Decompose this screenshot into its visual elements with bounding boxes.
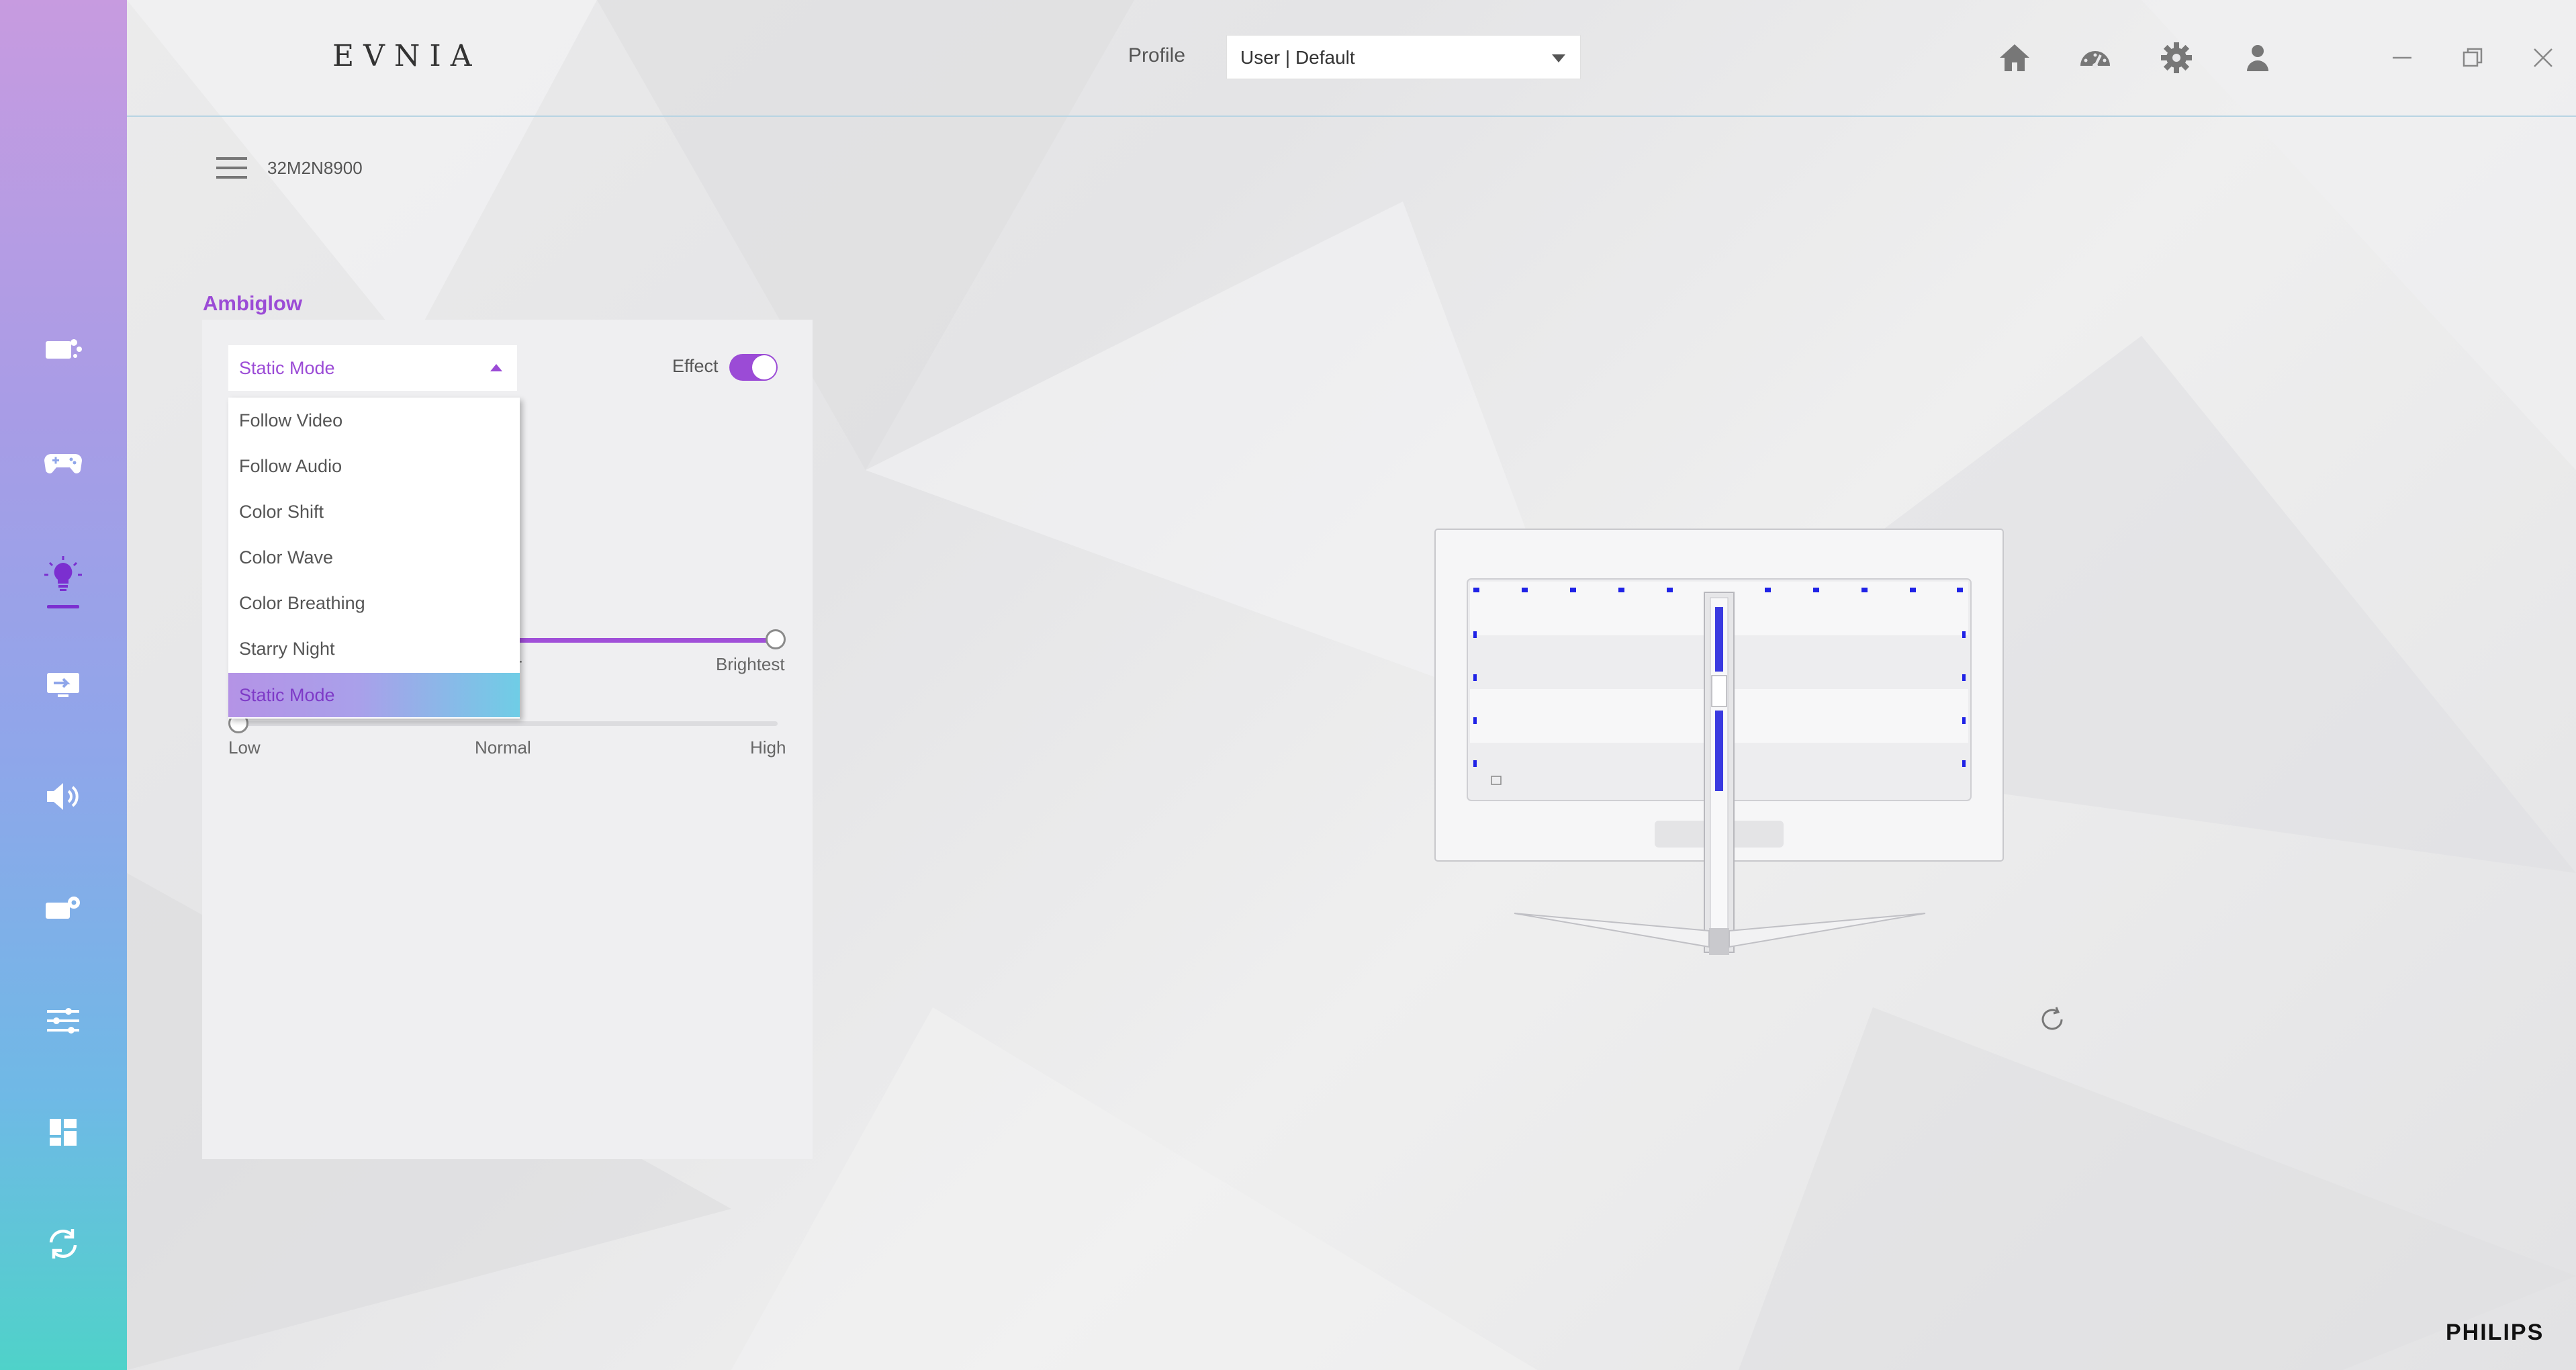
- sidebar-item-sync[interactable]: [30, 1210, 97, 1277]
- sidebar-item-ambiglow[interactable]: [30, 543, 97, 610]
- hamburger-menu-icon[interactable]: [215, 156, 248, 180]
- device-name: 32M2N8900: [267, 157, 363, 178]
- sidebar-item-audio[interactable]: [30, 763, 97, 830]
- close-icon: [2534, 48, 2552, 67]
- profile-value: User | Default: [1240, 47, 1355, 68]
- philips-logo: PHILIPS: [2446, 1320, 2544, 1345]
- home-button[interactable]: [1994, 38, 2035, 78]
- refresh-icon[interactable]: [2037, 1005, 2067, 1034]
- speed-label-normal: Normal: [475, 737, 531, 758]
- speaker-icon: [47, 783, 79, 810]
- sliders-icon: [47, 1008, 79, 1034]
- sidebar-item-input[interactable]: [30, 650, 97, 717]
- restore-icon: [2463, 48, 2483, 67]
- gear-icon: [2161, 42, 2192, 73]
- speed-slider-track[interactable]: [236, 721, 778, 726]
- widgets-icon: [50, 1119, 77, 1146]
- home-icon: [2000, 44, 2029, 71]
- speed-label-high: High: [750, 737, 786, 758]
- monitor-settings-icon: [46, 897, 80, 919]
- brand-logo: EVNIA: [332, 39, 481, 73]
- dropdown-option-starry-night[interactable]: Starry Night: [228, 627, 520, 671]
- caret-down-icon: [1552, 54, 1565, 62]
- close-button[interactable]: [2523, 38, 2563, 78]
- sidebar-item-adjust[interactable]: [30, 987, 97, 1054]
- monitor-display-icon: [46, 339, 82, 359]
- gamepad-icon: [44, 454, 82, 473]
- minimize-icon: [2393, 56, 2411, 59]
- user-icon: [2247, 45, 2268, 71]
- dropdown-option-color-shift[interactable]: Color Shift: [228, 490, 520, 534]
- sidebar-item-display[interactable]: [30, 317, 97, 384]
- sidebar-item-monitor-settings[interactable]: [30, 876, 97, 943]
- sync-icon: [49, 1229, 77, 1259]
- top-bar: EVNIA Profile User | Default: [127, 0, 2576, 117]
- dropdown-option-static-mode[interactable]: Static Mode: [228, 673, 520, 717]
- dropdown-option-follow-audio[interactable]: Follow Audio: [228, 444, 520, 488]
- effect-toggle[interactable]: [729, 354, 778, 381]
- dropdown-option-color-breathing[interactable]: Color Breathing: [228, 581, 520, 625]
- mode-dropdown-list: Follow Video Follow Audio Color Shift Co…: [228, 398, 520, 719]
- speed-label-low: Low: [228, 737, 261, 758]
- user-button[interactable]: [2238, 38, 2278, 78]
- lightbulb-icon: [44, 556, 82, 591]
- profile-select[interactable]: User | Default: [1226, 35, 1581, 79]
- mode-select[interactable]: Static Mode: [228, 345, 517, 391]
- device-bar: 32M2N8900: [215, 154, 363, 181]
- toggle-knob: [752, 355, 776, 379]
- sidebar-item-game[interactable]: [30, 428, 97, 496]
- effect-label: Effect: [672, 356, 719, 376]
- caret-up-icon: [490, 364, 502, 371]
- dropdown-option-color-wave[interactable]: Color Wave: [228, 535, 520, 580]
- dashboard-button[interactable]: [2075, 38, 2115, 78]
- brightness-max-label: Brightest: [716, 654, 785, 674]
- restore-button[interactable]: [2452, 38, 2493, 78]
- sidebar-item-widgets[interactable]: [30, 1099, 97, 1166]
- brightness-slider-knob[interactable]: [766, 629, 786, 649]
- dropdown-option-follow-video[interactable]: Follow Video: [228, 398, 520, 443]
- settings-button[interactable]: [2156, 38, 2197, 78]
- monitor-preview-image: [1434, 529, 2004, 955]
- minimize-button[interactable]: [2382, 38, 2422, 78]
- dashboard-icon: [2080, 51, 2110, 68]
- input-source-icon: [47, 673, 79, 697]
- ambiglow-title: Ambiglow: [203, 291, 303, 315]
- sidebar: [0, 0, 127, 1370]
- profile-label: Profile: [1128, 44, 1186, 66]
- mode-select-value: Static Mode: [239, 358, 335, 378]
